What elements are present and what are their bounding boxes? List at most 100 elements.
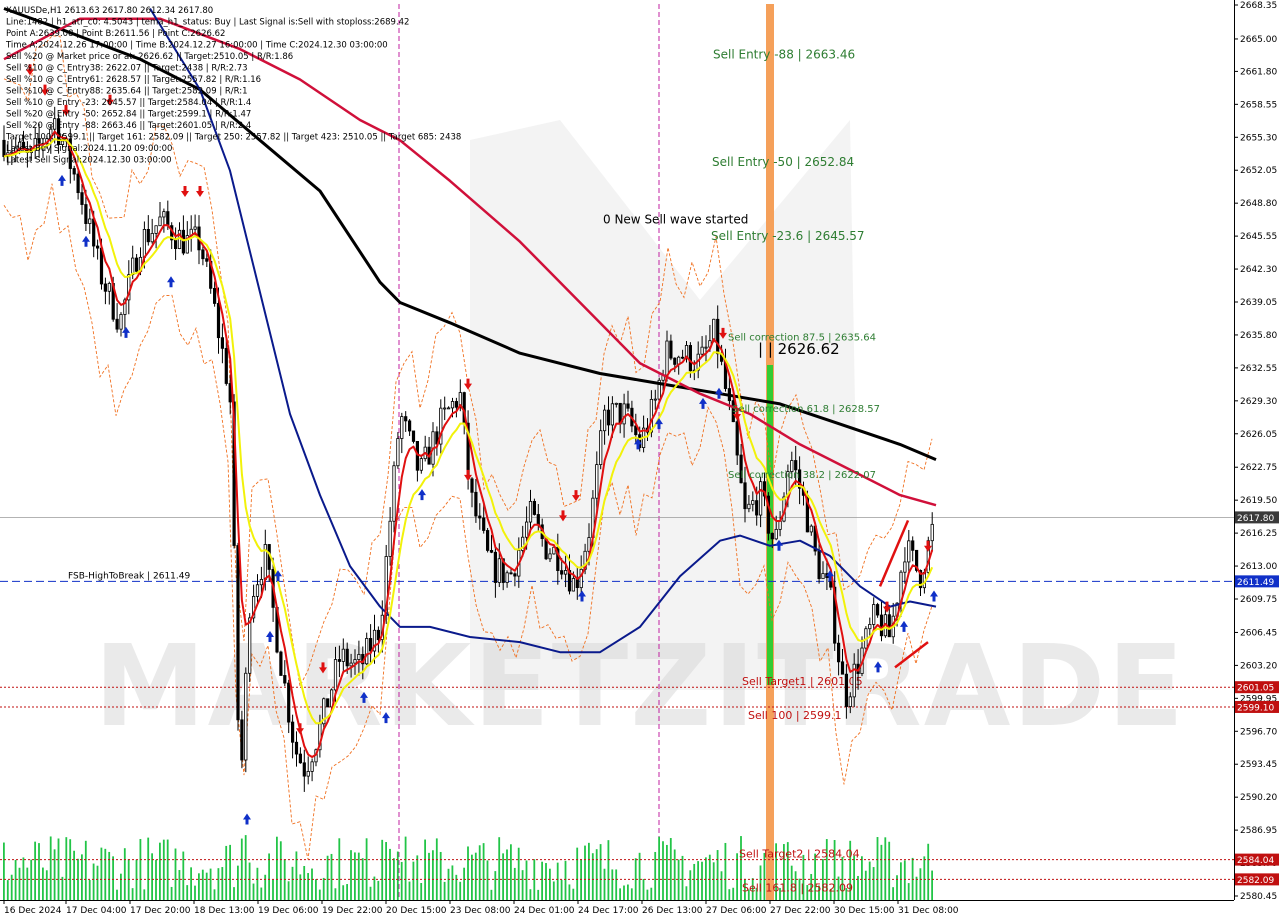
- info-line-4: Sell %20 @ Market price or at: 2626.62 |…: [6, 52, 293, 62]
- volume-bar: [705, 857, 707, 900]
- volume-bar: [455, 874, 458, 900]
- y-tick-label: 2590.20: [1240, 793, 1277, 803]
- volume-bar: [92, 863, 95, 900]
- volume-bar: [416, 855, 419, 900]
- info-line-2: Point A:2639.08 | Point B:2611.56 | Poin…: [6, 29, 225, 39]
- candle-body: [115, 318, 119, 330]
- candle-body: [240, 719, 244, 761]
- candle-body: [653, 398, 657, 401]
- volume-bar: [868, 861, 871, 900]
- volume-bar: [701, 861, 703, 900]
- volume-bar: [182, 851, 185, 900]
- candle-body: [154, 225, 158, 234]
- volume-bar: [556, 862, 559, 900]
- candle-body: [103, 283, 107, 292]
- candle-body: [302, 762, 306, 777]
- candle-body: [283, 675, 287, 684]
- volume-bar: [732, 887, 735, 900]
- candle-body: [365, 638, 369, 665]
- volume-bar: [26, 867, 29, 900]
- volume-bar: [268, 853, 270, 900]
- level-label-2: Sell 100 | 2599.1: [748, 709, 842, 722]
- candle-body: [166, 211, 170, 227]
- volume-bar: [350, 850, 352, 900]
- candle-body: [298, 753, 303, 764]
- candle-body: [76, 173, 80, 194]
- y-tick-label: 2632.55: [1240, 364, 1277, 374]
- volume-bar: [279, 841, 282, 900]
- volume-bar: [151, 853, 153, 900]
- y-tick-label: 2658.55: [1240, 100, 1277, 110]
- annotation-2: 0 New Sell wave started: [603, 212, 748, 226]
- candle-body: [560, 570, 564, 575]
- price-tag-label: 2611.49: [1237, 578, 1274, 588]
- volume-bar: [478, 845, 481, 900]
- volume-bar: [174, 848, 177, 900]
- volume-bar: [736, 853, 738, 900]
- candle-body: [840, 661, 845, 675]
- volume-bar: [724, 842, 727, 900]
- candle-body: [216, 303, 221, 339]
- info-line-12: Latest Buy Signal:2024.11.20 09:00:00: [6, 144, 172, 154]
- candle-body: [407, 420, 412, 432]
- volume-bar: [10, 874, 13, 900]
- candle-body: [485, 530, 490, 551]
- candle: [411, 430, 416, 444]
- info-line-7: Sell %10 @ C_Entry88: 2635.64 || Target:…: [6, 87, 248, 97]
- volume-bar: [685, 886, 688, 900]
- volume-bar: [654, 851, 657, 900]
- x-tick-label: 27 Dec 06:00: [706, 906, 767, 916]
- candle-body: [224, 347, 228, 384]
- y-tick-label: 2613.00: [1240, 562, 1277, 572]
- volume-bar: [34, 841, 36, 900]
- candle-body: [244, 672, 248, 761]
- info-line-0: XAUUSDe,H1 2613.63 2617.80 2612.34 2617.…: [6, 6, 213, 16]
- volume-bar: [57, 838, 60, 900]
- candle-body: [681, 356, 685, 359]
- volume-bar: [576, 847, 579, 900]
- volume-bar: [494, 871, 497, 900]
- volume-bar: [591, 853, 594, 900]
- candle-body: [876, 604, 880, 616]
- volume-bar: [662, 841, 664, 900]
- y-tick-label: 2639.05: [1240, 298, 1277, 308]
- candle-body: [357, 653, 361, 660]
- volume-bar: [112, 856, 114, 900]
- volume-bar: [205, 872, 208, 900]
- volume-bar: [18, 867, 21, 900]
- candle-body: [72, 168, 76, 175]
- candle-body: [96, 245, 100, 249]
- candle-body: [419, 458, 423, 471]
- candle-body: [345, 648, 349, 667]
- volume-bar: [244, 835, 247, 900]
- y-tick-label: 2626.05: [1240, 430, 1277, 440]
- volume-bar: [931, 870, 933, 900]
- volume-bar: [623, 885, 625, 900]
- candle-body: [700, 346, 704, 355]
- candle-body: [817, 550, 821, 580]
- level-label-1: Sell Target1 | 2601.05: [742, 675, 863, 688]
- volume-bar: [903, 860, 906, 900]
- volume-bar: [927, 843, 930, 900]
- volume-bar: [923, 856, 926, 900]
- candle-body: [911, 540, 915, 551]
- candle-body: [84, 204, 88, 224]
- candle-body: [716, 318, 720, 355]
- volume-bar: [564, 860, 567, 900]
- candle-body: [536, 514, 540, 526]
- volume-bar: [38, 843, 40, 900]
- y-tick-label: 2580.45: [1240, 892, 1277, 902]
- y-tick-label: 2648.80: [1240, 199, 1277, 209]
- volume-bar: [646, 889, 649, 900]
- volume-bar: [584, 845, 586, 900]
- volume-bar: [603, 868, 606, 900]
- candle-body: [751, 500, 755, 505]
- info-line-10: Sell %20 @ Entry -88: 2663.46 || Target:…: [6, 121, 251, 131]
- candle-body: [2, 139, 6, 157]
- volume-bar: [389, 848, 391, 900]
- candle-body: [571, 578, 576, 592]
- candle-body: [181, 229, 185, 254]
- candle-body: [80, 192, 84, 205]
- volume-bar: [720, 871, 723, 900]
- candle: [236, 542, 240, 731]
